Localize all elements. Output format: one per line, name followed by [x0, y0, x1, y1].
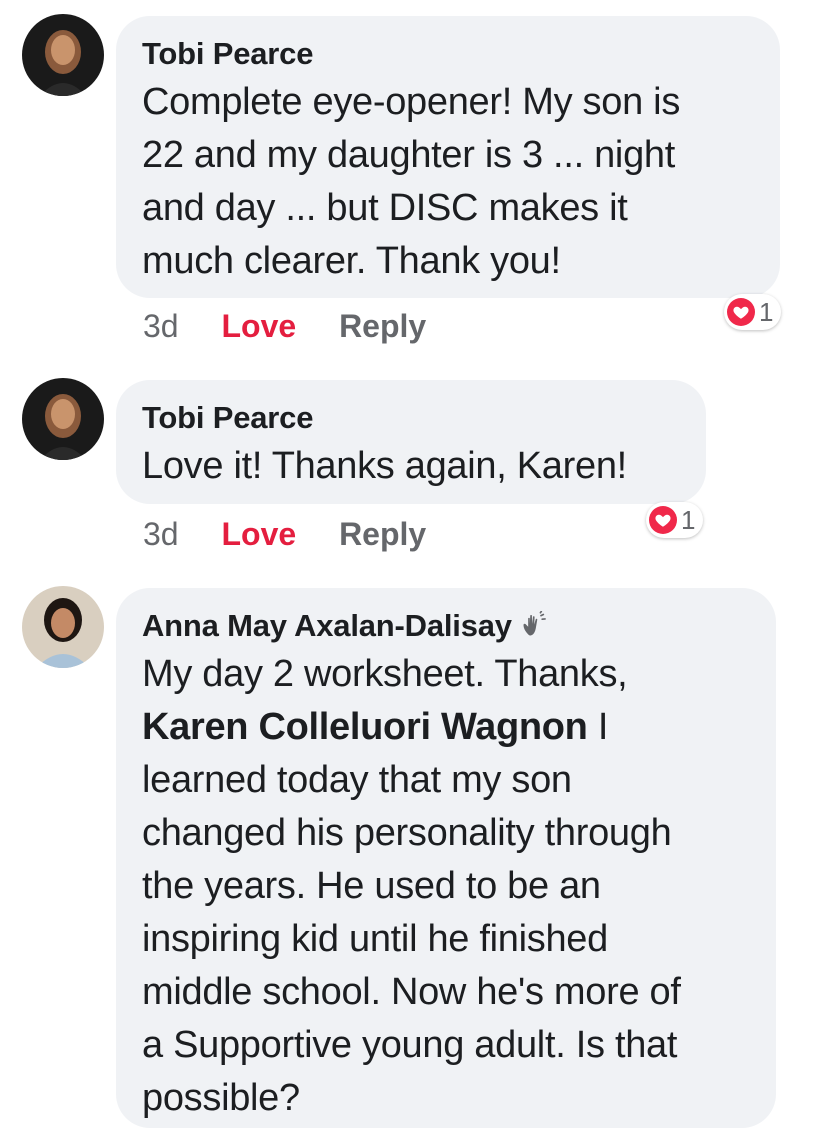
comment-text-line: a Supportive young adult. Is that: [142, 1024, 678, 1066]
comment-text-line: inspiring kid until he finished: [142, 918, 608, 960]
timestamp[interactable]: 3d: [143, 514, 179, 554]
comment-text-line: 22 and my daughter is 3 ... night: [142, 134, 675, 176]
comment-text-line: much clearer. Thank you!: [142, 240, 561, 282]
comment-text: Complete eye-opener! My son is 22 and my…: [142, 76, 754, 288]
comment-bubble: Tobi Pearce Love it! Thanks again, Karen…: [116, 380, 706, 504]
reaction-count: 1: [681, 505, 696, 535]
mention-suffix: I: [587, 706, 609, 748]
timestamp[interactable]: 3d: [143, 306, 179, 346]
comment-text-line: Karen Colleluori Wagnon I: [142, 701, 750, 754]
comments-thread: Tobi Pearce Complete eye-opener! My son …: [0, 0, 827, 1131]
avatar[interactable]: [22, 586, 104, 668]
comment-text-line: possible?: [142, 1077, 300, 1119]
comment-text-line: middle school. Now he's more of: [142, 971, 681, 1013]
reaction-count: 1: [759, 297, 774, 327]
reaction-summary[interactable]: 1: [724, 294, 782, 330]
mention-link[interactable]: Karen Colleluori Wagnon: [142, 706, 588, 748]
avatar-image: [22, 586, 104, 668]
comment-bubble: Anna May Axalan-Dalisay My day 2 workshe…: [116, 588, 776, 1128]
heart-icon: [649, 506, 677, 534]
comment-text-line: Love it! Thanks again, Karen!: [142, 445, 627, 487]
avatar[interactable]: [22, 14, 104, 96]
comment-author[interactable]: Tobi Pearce: [142, 34, 754, 74]
avatar-image: [22, 378, 104, 460]
reply-button[interactable]: Reply: [339, 306, 426, 346]
comment-text-line: and day ... but DISC makes it: [142, 187, 628, 229]
comment-bubble: Tobi Pearce Complete eye-opener! My son …: [116, 16, 780, 298]
avatar[interactable]: [22, 378, 104, 460]
avatar-image: [22, 14, 104, 96]
reply-button[interactable]: Reply: [339, 514, 426, 554]
wave-icon: [520, 611, 548, 639]
comment-text-line: My day 2 worksheet. Thanks,: [142, 653, 628, 695]
love-button[interactable]: Love: [221, 514, 296, 554]
reaction-summary[interactable]: 1: [646, 502, 704, 538]
comment-actions: 3d Love Reply: [143, 306, 426, 346]
comment-text: Love it! Thanks again, Karen!: [142, 440, 680, 493]
heart-icon: [727, 298, 755, 326]
comment-author[interactable]: Tobi Pearce: [142, 398, 680, 438]
comment-actions: 3d Love Reply: [143, 514, 426, 554]
comment-author[interactable]: Anna May Axalan-Dalisay: [142, 606, 750, 646]
comment-text: My day 2 worksheet. Thanks, Karen Collel…: [142, 648, 750, 1125]
comment-text-line: learned today that my son: [142, 759, 572, 801]
comment-author-name: Anna May Axalan-Dalisay: [142, 608, 512, 643]
comment-text-line: Complete eye-opener! My son is: [142, 81, 681, 123]
comment-text-line: the years. He used to be an: [142, 865, 601, 907]
comment-text-line: changed his personality through: [142, 812, 672, 854]
love-button[interactable]: Love: [221, 306, 296, 346]
